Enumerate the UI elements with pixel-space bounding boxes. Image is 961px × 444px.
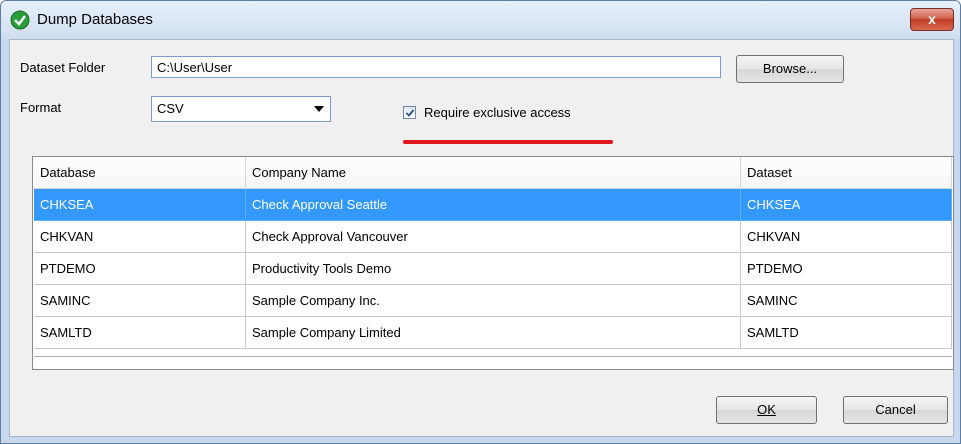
- close-icon: x: [928, 11, 936, 27]
- ok-button[interactable]: OK: [716, 396, 817, 424]
- cell-company-name: Productivity Tools Demo: [246, 253, 741, 285]
- format-label: Format: [20, 100, 62, 115]
- ok-button-label: OK: [757, 402, 776, 417]
- cell-database: SAMLTD: [34, 317, 246, 349]
- format-select-value: CSV: [157, 101, 184, 116]
- cell-dataset: SAMLTD: [741, 317, 952, 349]
- window-title: Dump Databases: [37, 11, 153, 28]
- cancel-button-label: Cancel: [875, 402, 916, 417]
- cell-dataset: CHKVAN: [741, 221, 952, 253]
- database-table[interactable]: Database Company Name Dataset CHKSEA Che…: [32, 156, 954, 370]
- column-header-company-name[interactable]: Company Name: [246, 157, 741, 189]
- table-row[interactable]: PTDEMO Productivity Tools Demo PTDEMO: [34, 253, 952, 285]
- title-bar[interactable]: Dump Databases x: [1, 1, 960, 39]
- cell-database: CHKVAN: [34, 221, 246, 253]
- table-row[interactable]: SAMINC Sample Company Inc. SAMINC: [34, 285, 952, 317]
- table-row[interactable]: CHKSEA Check Approval Seattle CHKSEA: [34, 189, 952, 221]
- chevron-down-icon: [314, 106, 324, 112]
- close-button[interactable]: x: [910, 8, 954, 31]
- cell-dataset: CHKSEA: [741, 189, 952, 221]
- table-bottom-divider: [34, 356, 952, 357]
- exclusive-access-checkbox[interactable]: [403, 106, 416, 119]
- cell-dataset: PTDEMO: [741, 253, 952, 285]
- format-select[interactable]: CSV: [151, 96, 331, 122]
- cell-dataset: SAMINC: [741, 285, 952, 317]
- column-header-dataset[interactable]: Dataset: [741, 157, 952, 189]
- table-row[interactable]: SAMLTD Sample Company Limited SAMLTD: [34, 317, 952, 349]
- cell-company-name: Sample Company Limited: [246, 317, 741, 349]
- cancel-button[interactable]: Cancel: [843, 396, 948, 424]
- cell-database: CHKSEA: [34, 189, 246, 221]
- dataset-folder-input[interactable]: C:\User\User: [151, 56, 721, 78]
- browse-button[interactable]: Browse...: [736, 55, 844, 83]
- app-icon: [10, 10, 30, 30]
- cell-database: PTDEMO: [34, 253, 246, 285]
- browse-button-label: Browse...: [762, 61, 818, 76]
- dataset-folder-label: Dataset Folder: [20, 60, 106, 75]
- dump-databases-dialog: Dump Databases x Dataset Folder C:\User\…: [0, 0, 961, 444]
- column-header-database[interactable]: Database: [34, 157, 246, 189]
- cell-database: SAMINC: [34, 285, 246, 317]
- cell-company-name: Sample Company Inc.: [246, 285, 741, 317]
- checkmark-icon: [405, 109, 415, 117]
- cell-company-name: Check Approval Seattle: [246, 189, 741, 221]
- table-row[interactable]: CHKVAN Check Approval Vancouver CHKVAN: [34, 221, 952, 253]
- annotation-underline: [403, 140, 613, 144]
- exclusive-access-label[interactable]: Require exclusive access: [424, 105, 571, 120]
- dialog-body: Dataset Folder C:\User\User Browse... Fo…: [9, 39, 954, 437]
- cell-company-name: Check Approval Vancouver: [246, 221, 741, 253]
